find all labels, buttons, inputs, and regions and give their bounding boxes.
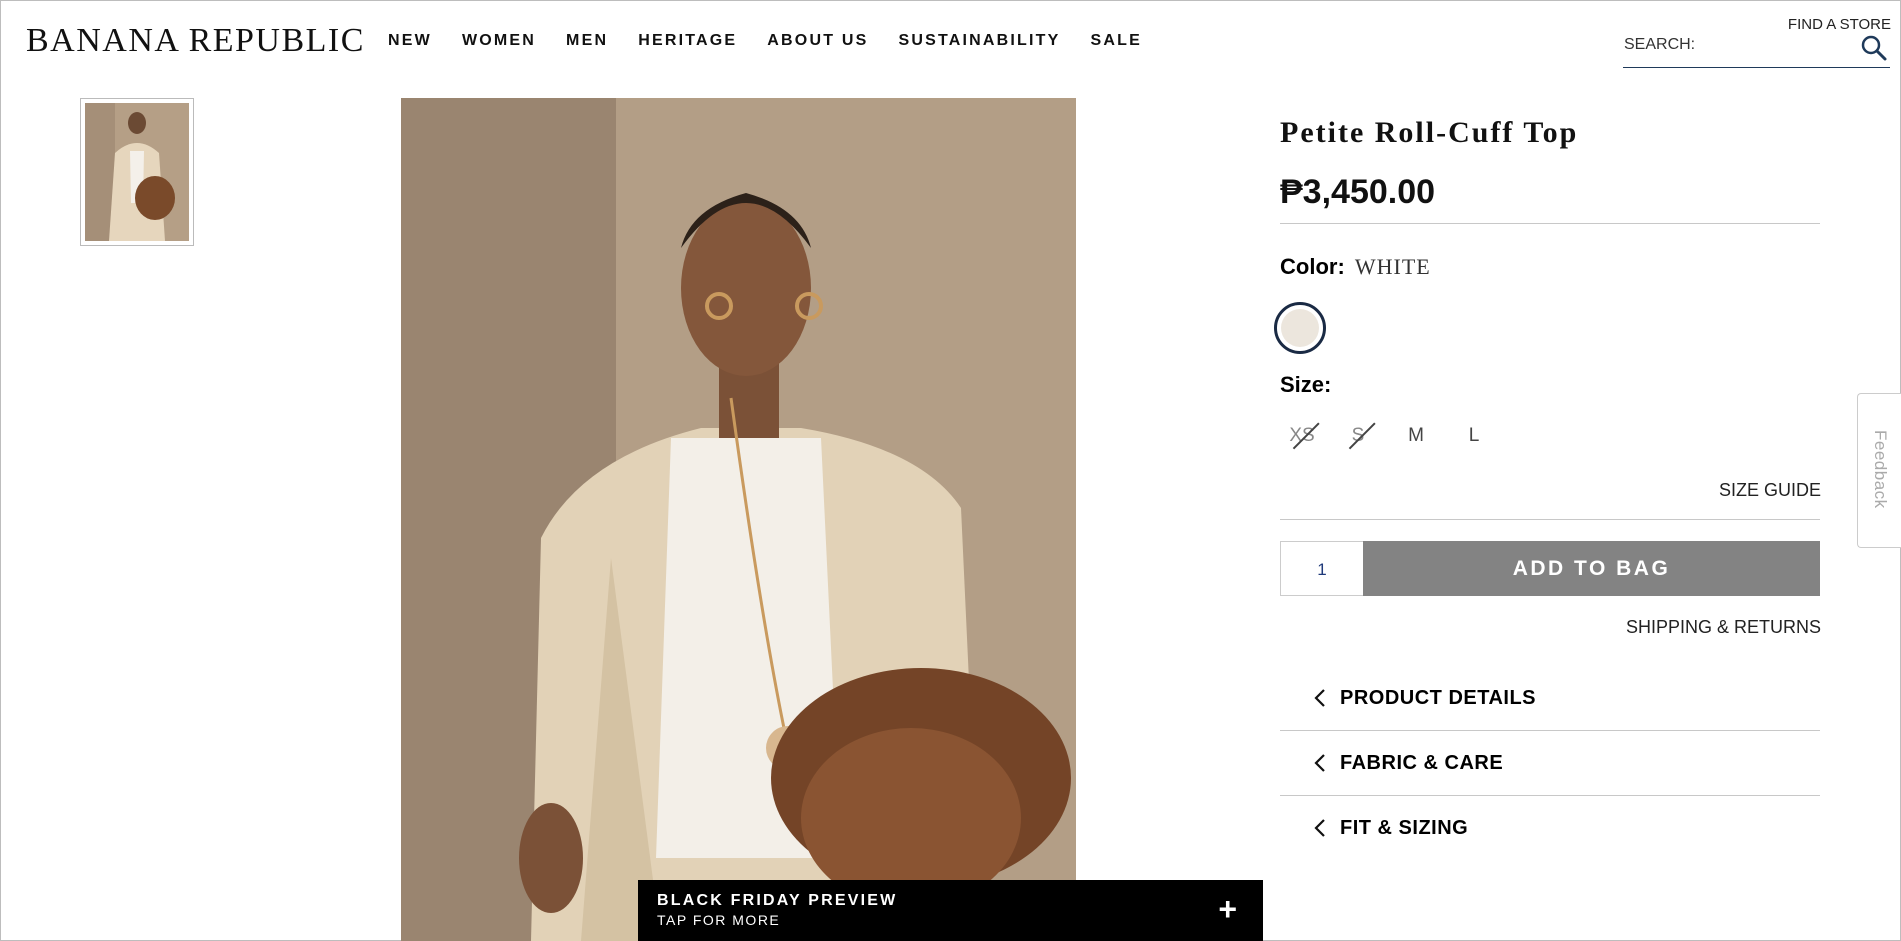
size-divider bbox=[1280, 519, 1820, 520]
accordion-label: FIT & SIZING bbox=[1340, 817, 1469, 839]
swatch-fill bbox=[1281, 309, 1319, 347]
nav-item-new[interactable]: NEW bbox=[388, 32, 432, 50]
banner-title: BLACK FRIDAY PREVIEW bbox=[657, 892, 898, 909]
size-guide-link[interactable]: SIZE GUIDE bbox=[1719, 480, 1821, 501]
search-input[interactable] bbox=[1624, 36, 1854, 54]
black-friday-banner[interactable]: BLACK FRIDAY PREVIEW TAP FOR MORE + bbox=[638, 880, 1263, 941]
size-option-s[interactable]: S bbox=[1336, 418, 1380, 454]
color-swatch-white[interactable] bbox=[1274, 302, 1326, 354]
product-thumbnail[interactable] bbox=[80, 98, 194, 246]
accordion-product-details[interactable]: PRODUCT DETAILS bbox=[1280, 666, 1820, 731]
model-photo bbox=[401, 98, 1076, 941]
color-label: Color: bbox=[1280, 254, 1345, 279]
feedback-label: Feedback bbox=[1871, 430, 1890, 509]
accordion-fit-sizing[interactable]: FIT & SIZING bbox=[1280, 796, 1820, 861]
accordion-label: FABRIC & CARE bbox=[1340, 752, 1504, 774]
add-to-bag-button[interactable]: ADD TO BAG bbox=[1363, 541, 1820, 596]
nav-item-heritage[interactable]: HERITAGE bbox=[638, 32, 737, 50]
shipping-returns-link[interactable]: SHIPPING & RETURNS bbox=[1626, 617, 1821, 638]
main-nav: NEW WOMEN MEN HERITAGE ABOUT US SUSTAINA… bbox=[388, 32, 1172, 50]
feedback-tab[interactable]: Feedback bbox=[1857, 393, 1901, 548]
nav-item-men[interactable]: MEN bbox=[566, 32, 608, 50]
nav-item-women[interactable]: WOMEN bbox=[462, 32, 536, 50]
accordion-fabric-care[interactable]: FABRIC & CARE bbox=[1280, 731, 1820, 796]
chevron-left-icon bbox=[1314, 754, 1325, 772]
size-option-m[interactable]: M bbox=[1394, 418, 1438, 454]
chevron-left-icon bbox=[1314, 689, 1325, 707]
brand-logo[interactable]: BANANA REPUBLIC bbox=[26, 22, 365, 60]
size-option-l[interactable]: L bbox=[1452, 418, 1496, 454]
plus-icon[interactable]: + bbox=[1218, 893, 1237, 925]
nav-item-sale[interactable]: SALE bbox=[1091, 32, 1142, 50]
banner-subtitle: TAP FOR MORE bbox=[657, 912, 781, 928]
price-divider bbox=[1280, 223, 1820, 224]
size-label: Size: bbox=[1280, 372, 1332, 397]
quantity-field[interactable]: 1 bbox=[1280, 541, 1364, 596]
product-title: Petite Roll-Cuff Top bbox=[1280, 116, 1579, 149]
thumbnail-image bbox=[85, 103, 189, 241]
color-value: WHITE bbox=[1354, 254, 1431, 279]
size-option-xs[interactable]: XS bbox=[1280, 418, 1324, 454]
search-icon[interactable] bbox=[1860, 34, 1888, 62]
product-main-image[interactable] bbox=[401, 98, 1076, 941]
accordion-label: PRODUCT DETAILS bbox=[1340, 687, 1537, 709]
nav-item-about-us[interactable]: ABOUT US bbox=[767, 32, 868, 50]
nav-item-sustainability[interactable]: SUSTAINABILITY bbox=[898, 32, 1060, 50]
chevron-left-icon bbox=[1314, 819, 1325, 837]
search-bar bbox=[1623, 30, 1890, 68]
color-selection: Color: WHITE bbox=[1280, 254, 1431, 280]
product-price: ₱3,450.00 bbox=[1280, 173, 1436, 211]
